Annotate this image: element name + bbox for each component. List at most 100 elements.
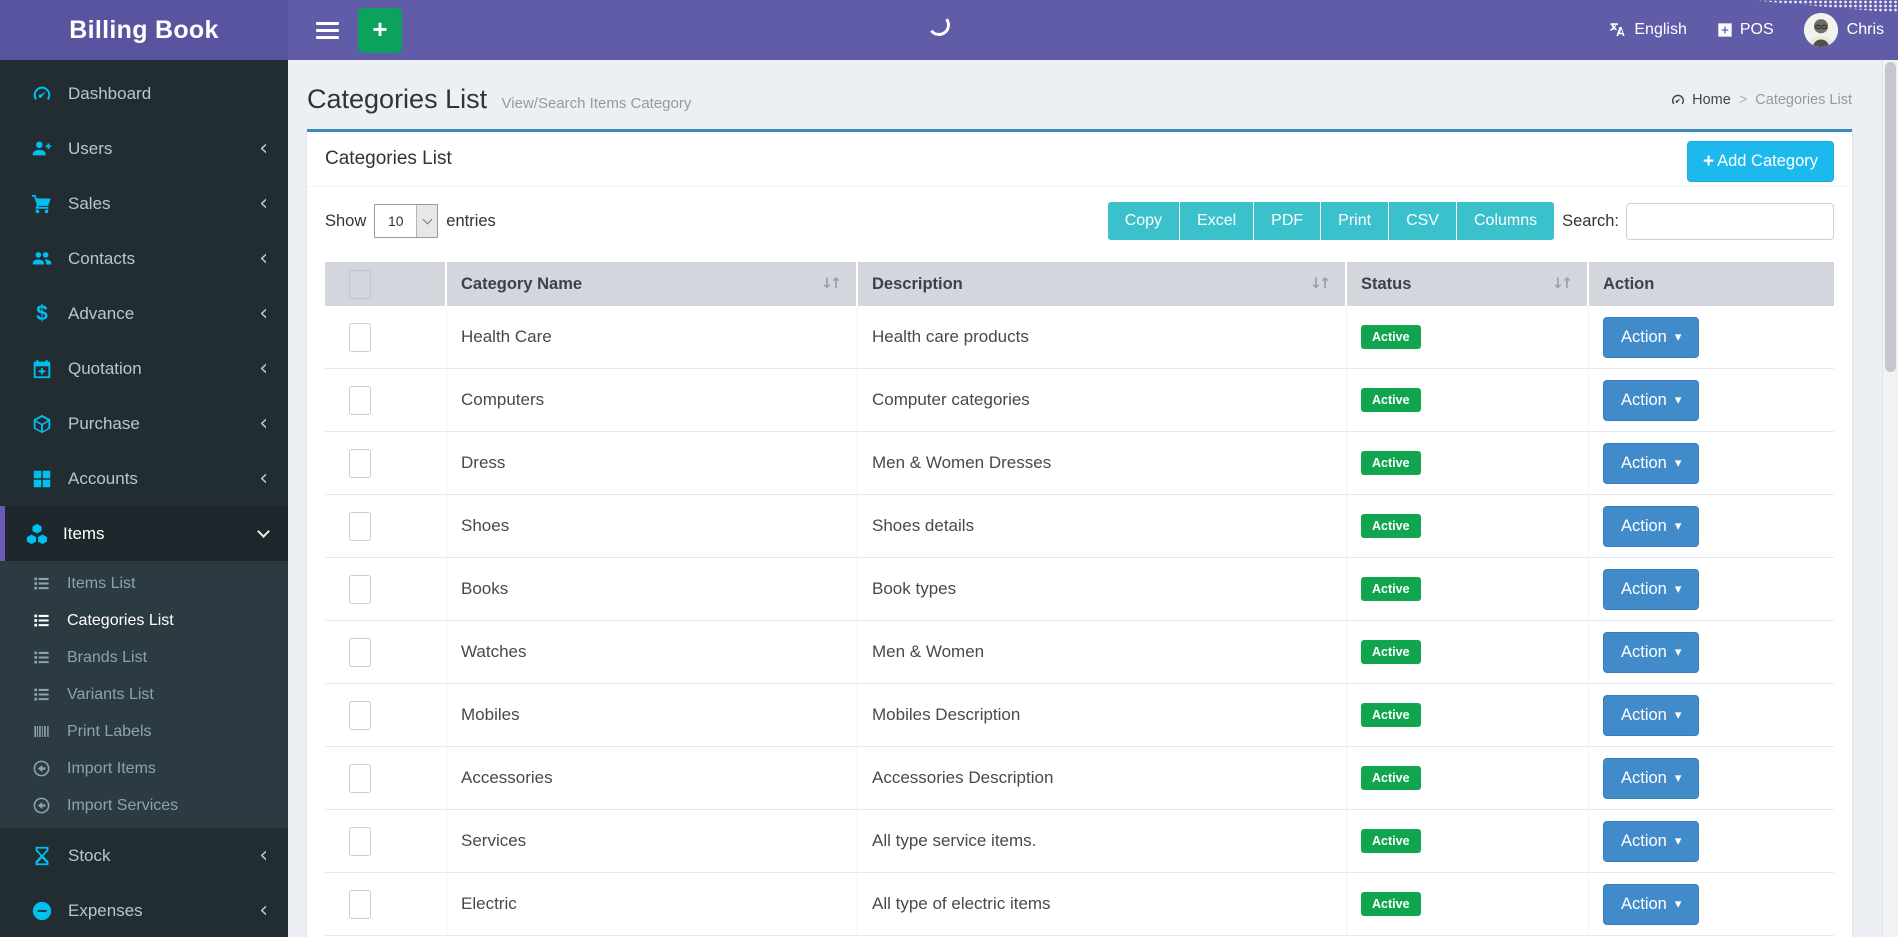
sidebar-subitem-label: Import Services: [67, 797, 178, 815]
search-input[interactable]: [1626, 203, 1834, 240]
action-label: Action: [1621, 454, 1667, 473]
page-subtitle: View/Search Items Category: [502, 95, 692, 112]
sidebar: Dashboard Users‹Sales‹Contacts‹$Advance‹Q…: [0, 60, 288, 937]
category-name-cell: Dress: [447, 432, 858, 495]
status-cell: Active: [1347, 810, 1589, 873]
category-name-cell: Shoes: [447, 495, 858, 558]
sidebar-subitem-categories-list[interactable]: Categories List: [0, 602, 288, 639]
chevron-left-icon: ‹: [259, 468, 268, 490]
action-dropdown-button[interactable]: Action▾: [1603, 821, 1699, 862]
sidebar-toggle-icon[interactable]: [304, 0, 350, 60]
select-all-checkbox[interactable]: [349, 270, 371, 299]
action-dropdown-button[interactable]: Action▾: [1603, 884, 1699, 925]
export-excel-button[interactable]: Excel: [1180, 202, 1254, 240]
action-dropdown-button[interactable]: Action▾: [1603, 758, 1699, 799]
export-copy-button[interactable]: Copy: [1108, 202, 1180, 240]
breadcrumb-home[interactable]: Home: [1670, 92, 1731, 108]
status-cell: Active: [1347, 621, 1589, 684]
caret-down-icon: ▾: [1675, 644, 1682, 660]
sidebar-item-sales[interactable]: Sales‹: [0, 176, 288, 231]
chevron-left-icon: ‹: [259, 900, 268, 922]
sidebar-item-label: Expenses: [68, 901, 259, 921]
action-dropdown-button[interactable]: Action▾: [1603, 695, 1699, 736]
status-cell: Active: [1347, 432, 1589, 495]
dollar-icon: $: [29, 302, 55, 326]
show-label: Show: [325, 212, 366, 231]
sidebar-item-stock[interactable]: Stock‹: [0, 828, 288, 883]
sidebar-item-label: Items: [63, 524, 259, 544]
sidebar-subitem-import-items[interactable]: Import Items: [0, 750, 288, 787]
export-pdf-button[interactable]: PDF: [1254, 202, 1321, 240]
row-checkbox[interactable]: [349, 827, 371, 856]
export-columns-button[interactable]: Columns: [1457, 202, 1554, 240]
row-checkbox[interactable]: [349, 764, 371, 793]
sort-icon[interactable]: ↓↑: [1310, 276, 1331, 292]
status-cell: Active: [1347, 558, 1589, 621]
page-length-select[interactable]: 10: [374, 204, 438, 238]
sidebar-item-label: Dashboard: [68, 84, 268, 104]
sidebar-subitem-variants-list[interactable]: Variants List: [0, 676, 288, 713]
brand-logo[interactable]: Billing Book: [0, 0, 288, 60]
sidebar-subitem-import-services[interactable]: Import Services: [0, 787, 288, 824]
sidebar-item-expenses[interactable]: Expenses‹: [0, 883, 288, 937]
action-dropdown-button[interactable]: Action▾: [1603, 380, 1699, 421]
action-dropdown-button[interactable]: Action▾: [1603, 506, 1699, 547]
sidebar-submenu-items: Items ListCategories ListBrands ListVari…: [0, 561, 288, 828]
calendar-plus-icon: [29, 358, 55, 380]
checkbox-cell: [325, 369, 447, 432]
export-csv-button[interactable]: CSV: [1389, 202, 1457, 240]
row-checkbox[interactable]: [349, 575, 371, 604]
sidebar-item-users[interactable]: Users‹: [0, 121, 288, 176]
export-button-group: CopyExcelPDFPrintCSVColumns: [1108, 202, 1554, 240]
row-checkbox[interactable]: [349, 449, 371, 478]
quick-add-button[interactable]: +: [358, 8, 402, 53]
row-checkbox[interactable]: [349, 701, 371, 730]
sidebar-item-dashboard[interactable]: Dashboard: [0, 66, 288, 121]
billing-book-app: Billing Book + English POS: [0, 0, 1898, 937]
action-dropdown-button[interactable]: Action▾: [1603, 569, 1699, 610]
scrollbar-thumb[interactable]: [1885, 62, 1896, 372]
action-dropdown-button[interactable]: Action▾: [1603, 317, 1699, 358]
sidebar-subitem-items-list[interactable]: Items List: [0, 565, 288, 602]
export-print-button[interactable]: Print: [1321, 202, 1389, 240]
sidebar-item-purchase[interactable]: Purchase‹: [0, 396, 288, 451]
checkbox-cell: [325, 558, 447, 621]
language-menu[interactable]: English: [1609, 21, 1686, 39]
user-avatar: [1804, 13, 1838, 47]
table-row: Watches Men & Women Active Action▾: [325, 621, 1834, 684]
pos-menu[interactable]: POS: [1717, 21, 1774, 39]
list-icon: [32, 611, 56, 630]
action-cell: Action▾: [1589, 495, 1834, 558]
sidebar-item-accounts[interactable]: Accounts‹: [0, 451, 288, 506]
page-scrollbar[interactable]: [1882, 60, 1898, 937]
action-dropdown-button[interactable]: Action▾: [1603, 632, 1699, 673]
sort-icon[interactable]: ↓↑: [821, 276, 842, 292]
sidebar-item-items[interactable]: Items: [0, 506, 288, 561]
column-header-category-name[interactable]: Category Name↓↑: [447, 262, 858, 306]
row-checkbox[interactable]: [349, 323, 371, 352]
sidebar-item-quotation[interactable]: Quotation‹: [0, 341, 288, 396]
sort-icon[interactable]: ↓↑: [1552, 276, 1573, 292]
add-category-button[interactable]: + Add Category: [1687, 141, 1834, 182]
table-row: Electric All type of electric items Acti…: [325, 873, 1834, 936]
caret-down-icon: ▾: [1675, 455, 1682, 471]
row-checkbox[interactable]: [349, 638, 371, 667]
sidebar-subitem-brands-list[interactable]: Brands List: [0, 639, 288, 676]
action-dropdown-button[interactable]: Action ▾: [1603, 443, 1699, 484]
status-badge: Active: [1361, 577, 1421, 601]
row-checkbox[interactable]: [349, 890, 371, 919]
sidebar-item-advance[interactable]: $Advance‹: [0, 286, 288, 341]
list-icon: [32, 648, 56, 667]
row-checkbox[interactable]: [349, 386, 371, 415]
category-name-cell: Health Care: [447, 306, 858, 369]
table-row: Mobiles Mobiles Description Active Actio…: [325, 684, 1834, 747]
table-row: Accessories Accessories Description Acti…: [325, 747, 1834, 810]
row-checkbox[interactable]: [349, 512, 371, 541]
user-menu[interactable]: Chris: [1804, 13, 1884, 47]
action-cell: Action▾: [1589, 369, 1834, 432]
column-header-action: Action: [1589, 262, 1834, 306]
sidebar-item-contacts[interactable]: Contacts‹: [0, 231, 288, 286]
sidebar-subitem-print-labels[interactable]: Print Labels: [0, 713, 288, 750]
column-header-status[interactable]: Status↓↑: [1347, 262, 1589, 306]
column-header-description[interactable]: Description↓↑: [858, 262, 1347, 306]
